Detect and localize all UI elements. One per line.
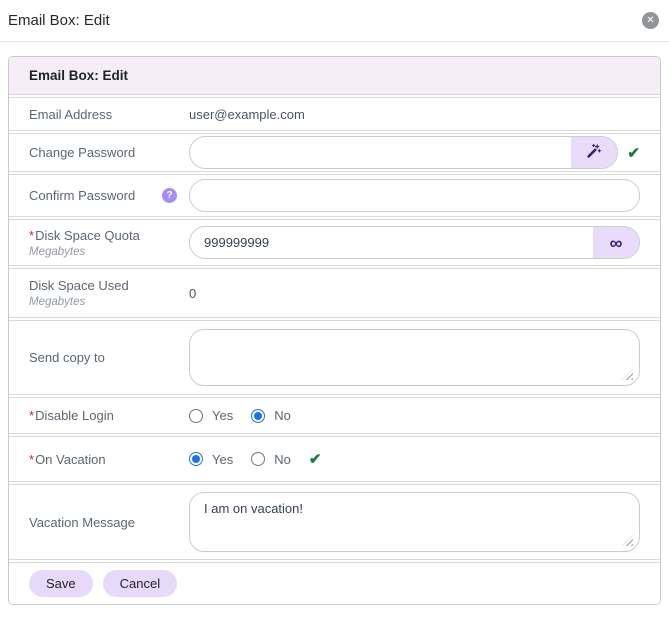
disable-login-yes-label: Yes xyxy=(212,408,234,423)
on-vacation-yes-label: Yes xyxy=(212,451,234,467)
row-confirm-password: Confirm Password ? xyxy=(9,174,660,217)
vacation-message-label: Vacation Message xyxy=(29,514,135,530)
row-vacation-message: Vacation Message I am on vacation! xyxy=(9,484,660,560)
card-footer: Save Cancel xyxy=(9,562,660,604)
confirm-password-label: Confirm Password xyxy=(29,188,136,203)
row-email-address: Email Address user@example.com xyxy=(9,97,660,131)
radio-selected-icon[interactable] xyxy=(251,408,266,423)
row-disk-space-quota: *Disk Space Quota Megabytes ∞ xyxy=(9,219,660,266)
on-vacation-no-label: No xyxy=(274,451,291,467)
disable-login-yes-option[interactable]: Yes xyxy=(189,408,233,423)
vacation-message-wrap: I am on vacation! xyxy=(189,492,640,552)
required-asterisk: * xyxy=(29,227,35,243)
radio-unselected-icon[interactable] xyxy=(189,408,203,423)
infinity-icon: ∞ xyxy=(609,232,623,253)
cancel-button[interactable]: Cancel xyxy=(102,570,178,597)
row-send-copy-to: Send copy to xyxy=(9,320,660,395)
send-copy-to-label: Send copy to xyxy=(29,350,105,365)
on-vacation-valid-check-icon: ✔ xyxy=(308,451,322,468)
row-on-vacation: *On Vacation Yes No ✔ xyxy=(9,436,660,482)
generate-password-button[interactable] xyxy=(571,137,618,168)
change-password-input-group xyxy=(189,136,619,169)
on-vacation-no-option[interactable]: No xyxy=(251,452,291,467)
row-disk-space-used: Disk Space Used Megabytes 0 xyxy=(9,268,660,318)
unlimited-quota-button[interactable]: ∞ xyxy=(593,227,639,258)
window-titlebar: Email Box: Edit ✕ xyxy=(0,0,669,41)
card-header-title: Email Box: Edit xyxy=(9,57,660,95)
disk-space-quota-unit: Megabytes xyxy=(29,245,86,258)
disable-login-label: *Disable Login xyxy=(29,408,114,423)
send-copy-to-wrap xyxy=(189,329,640,386)
disable-login-no-option[interactable]: No xyxy=(251,408,291,423)
on-vacation-label: *On Vacation xyxy=(29,451,106,467)
magic-wand-icon xyxy=(586,143,602,162)
disk-space-quota-input[interactable] xyxy=(190,227,593,258)
on-vacation-yes-option[interactable]: Yes xyxy=(189,452,233,467)
email-address-value: user@example.com xyxy=(189,106,305,122)
required-asterisk: * xyxy=(29,408,35,423)
save-button[interactable]: Save xyxy=(29,570,93,597)
radio-selected-icon[interactable] xyxy=(189,452,203,466)
titlebar-divider xyxy=(0,41,669,42)
confirm-password-input[interactable] xyxy=(189,179,640,212)
change-password-input[interactable] xyxy=(190,137,572,168)
disk-space-used-value: 0 xyxy=(189,285,197,301)
radio-unselected-icon[interactable] xyxy=(251,452,266,466)
disk-space-quota-label: *Disk Space Quota xyxy=(29,227,140,243)
disk-space-used-unit: Megabytes xyxy=(29,296,86,308)
password-valid-check-icon: ✔ xyxy=(627,144,640,162)
change-password-label: Change Password xyxy=(29,145,136,160)
row-change-password: Change Password ✔ xyxy=(9,133,660,172)
send-copy-to-textarea[interactable] xyxy=(189,329,640,386)
window-title: Email Box: Edit xyxy=(8,12,110,29)
disk-space-quota-input-group: ∞ xyxy=(189,226,640,259)
required-asterisk: * xyxy=(29,451,35,467)
disable-login-no-label: No xyxy=(274,408,291,423)
help-icon[interactable]: ? xyxy=(162,188,177,203)
row-disable-login: *Disable Login Yes No xyxy=(9,397,660,434)
disk-space-used-label: Disk Space Used xyxy=(29,278,129,293)
vacation-message-textarea[interactable]: I am on vacation! xyxy=(189,492,640,552)
close-icon[interactable]: ✕ xyxy=(642,12,659,29)
email-box-edit-card: Email Box: Edit Email Address user@examp… xyxy=(8,56,661,605)
email-address-label: Email Address xyxy=(29,106,113,122)
